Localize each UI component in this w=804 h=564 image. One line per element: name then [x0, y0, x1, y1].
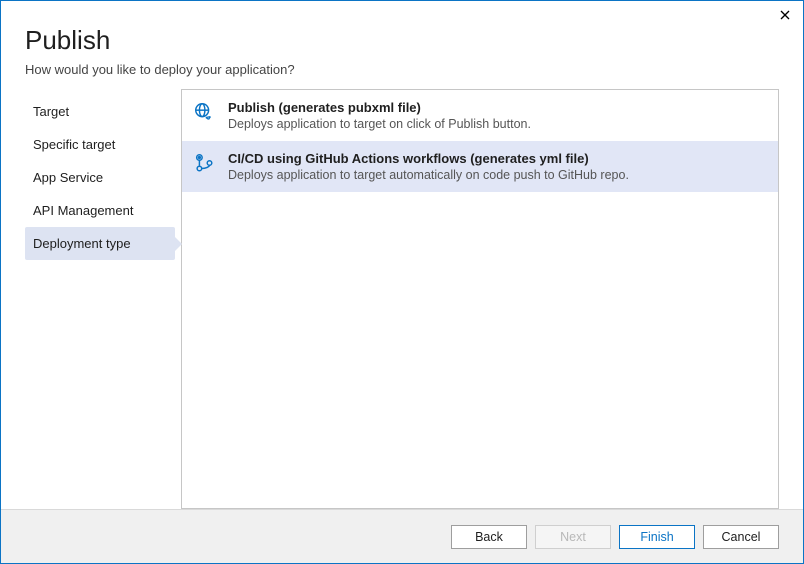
wizard-step-label: API Management — [33, 203, 133, 218]
wizard-step-deployment-type[interactable]: Deployment type — [25, 227, 175, 260]
dialog-footer: Back Next Finish Cancel — [1, 509, 803, 563]
deployment-option[interactable]: CI/CD using GitHub Actions workflows (ge… — [182, 141, 778, 192]
deployment-option[interactable]: Publish (generates pubxml file) Deploys a… — [182, 90, 778, 141]
option-text-block: Publish (generates pubxml file) Deploys a… — [228, 100, 762, 131]
dialog-subtitle: How would you like to deploy your applic… — [25, 62, 779, 77]
option-title: Publish (generates pubxml file) — [228, 100, 762, 115]
wizard-step-specific-target[interactable]: Specific target — [25, 128, 175, 161]
option-description: Deploys application to target on click o… — [228, 117, 762, 131]
option-title: CI/CD using GitHub Actions workflows (ge… — [228, 151, 762, 166]
options-panel: Publish (generates pubxml file) Deploys a… — [181, 89, 779, 509]
back-button[interactable]: Back — [451, 525, 527, 549]
wizard-step-label: Deployment type — [33, 236, 131, 251]
cancel-button[interactable]: Cancel — [703, 525, 779, 549]
option-text-block: CI/CD using GitHub Actions workflows (ge… — [228, 151, 762, 182]
wizard-step-app-service[interactable]: App Service — [25, 161, 175, 194]
dialog-header: Publish How would you like to deploy you… — [1, 1, 803, 89]
wizard-step-label: Specific target — [33, 137, 115, 152]
cicd-workflow-icon — [192, 151, 216, 175]
close-icon[interactable] — [777, 7, 793, 23]
wizard-step-label: App Service — [33, 170, 103, 185]
finish-button[interactable]: Finish — [619, 525, 695, 549]
next-button[interactable]: Next — [535, 525, 611, 549]
globe-publish-icon — [192, 100, 216, 124]
wizard-steps-sidebar: Target Specific target App Service API Mana… — [25, 89, 175, 509]
option-description: Deploys application to target automatica… — [228, 168, 762, 182]
wizard-step-label: Target — [33, 104, 69, 119]
wizard-step-target[interactable]: Target — [25, 95, 175, 128]
dialog-title: Publish — [25, 25, 779, 56]
dialog-body: Target Specific target App Service API Mana… — [1, 89, 803, 509]
wizard-step-api-management[interactable]: API Management — [25, 194, 175, 227]
publish-dialog: Publish How would you like to deploy you… — [0, 0, 804, 564]
